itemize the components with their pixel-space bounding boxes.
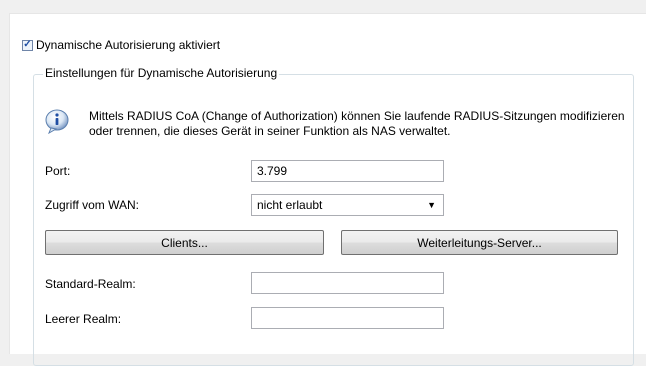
- info-text: Mittels RADIUS CoA (Change of Authorizat…: [89, 109, 625, 138]
- standard-realm-input[interactable]: [251, 272, 444, 294]
- standard-realm-label: Standard-Realm:: [45, 277, 136, 291]
- forwarding-server-button[interactable]: Weiterleitungs-Server...: [341, 230, 618, 255]
- empty-realm-input[interactable]: [251, 307, 444, 329]
- dynamic-auth-label: Dynamische Autorisierung aktiviert: [36, 38, 221, 52]
- dynamic-auth-checkbox[interactable]: ✓: [22, 39, 33, 51]
- dynamic-auth-row[interactable]: ✓ Dynamische Autorisierung aktiviert: [22, 38, 220, 52]
- empty-realm-label: Leerer Realm:: [45, 312, 122, 326]
- settings-group-title: Einstellungen für Dynamische Autorisieru…: [43, 66, 280, 80]
- port-input[interactable]: [251, 160, 444, 182]
- info-icon: [45, 109, 69, 134]
- wan-access-value: nicht erlaubt: [257, 198, 323, 212]
- wan-access-label: Zugriff vom WAN:: [45, 198, 140, 212]
- port-label: Port:: [45, 164, 71, 178]
- chevron-down-icon: ▼: [427, 200, 436, 210]
- wan-access-select[interactable]: nicht erlaubt ▼: [251, 194, 444, 216]
- clients-button[interactable]: Clients...: [45, 230, 324, 255]
